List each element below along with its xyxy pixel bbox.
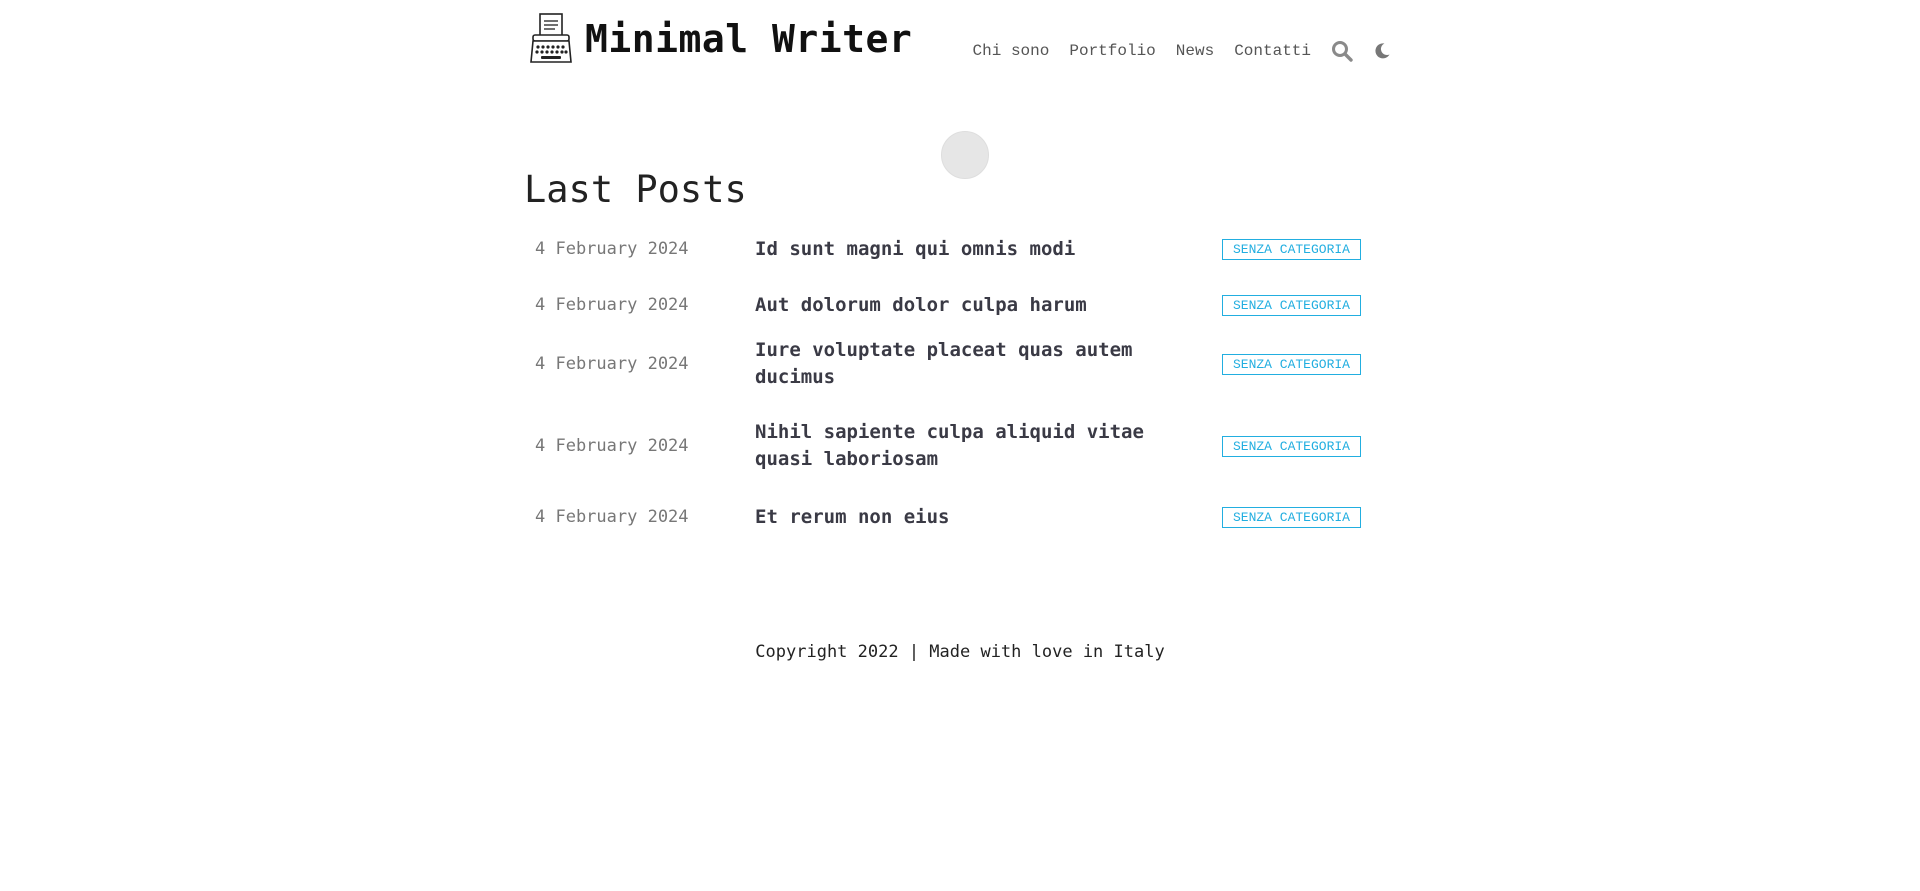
- post-title-link[interactable]: Aut dolorum dolor culpa harum: [755, 292, 1175, 319]
- nav-item-contatti[interactable]: Contatti: [1234, 42, 1311, 60]
- site-title: Minimal Writer: [585, 17, 913, 61]
- post-row: 4 February 2024 Nihil sapiente culpa ali…: [535, 418, 1361, 474]
- page: Minimal Writer Chi sono Portfolio News C…: [0, 0, 1920, 891]
- post-row: 4 February 2024 Aut dolorum dolor culpa …: [535, 290, 1361, 320]
- post-date: 4 February 2024: [535, 507, 689, 527]
- post-title-link[interactable]: Id sunt magni qui omnis modi: [755, 236, 1175, 263]
- post-list: 4 February 2024 Id sunt magni qui omnis …: [535, 234, 1361, 532]
- theme-toggle-button[interactable]: [1373, 42, 1391, 60]
- moon-icon: [1375, 43, 1390, 59]
- post-date: 4 February 2024: [535, 436, 689, 456]
- site-footer: Copyright 2022 | Made with love in Italy: [0, 642, 1920, 662]
- loading-spinner: [941, 131, 989, 179]
- post-date: 4 February 2024: [535, 239, 689, 259]
- post-date: 4 February 2024: [535, 295, 689, 315]
- search-button[interactable]: [1331, 40, 1353, 62]
- category-tag[interactable]: SENZA CATEGORIA: [1221, 294, 1361, 316]
- copyright-text: Copyright 2022 | Made with love in Italy: [755, 642, 1165, 662]
- post-row: 4 February 2024 Iure voluptate placeat q…: [535, 336, 1361, 392]
- post-date: 4 February 2024: [535, 354, 689, 374]
- main-nav: Chi sono Portfolio News Contatti: [973, 40, 1391, 62]
- post-row: 4 February 2024 Id sunt magni qui omnis …: [535, 234, 1361, 264]
- post-title-link[interactable]: Et rerum non eius: [755, 504, 1175, 531]
- post-row: 4 February 2024 Et rerum non eius SENZA …: [535, 502, 1361, 532]
- typewriter-icon: [530, 13, 572, 63]
- site-header: Minimal Writer Chi sono Portfolio News C…: [529, 12, 1391, 82]
- nav-item-portfolio[interactable]: Portfolio: [1069, 42, 1155, 60]
- nav-item-chi-sono[interactable]: Chi sono: [973, 42, 1050, 60]
- post-title-link[interactable]: Nihil sapiente culpa aliquid vitae quasi…: [755, 419, 1175, 473]
- category-tag[interactable]: SENZA CATEGORIA: [1221, 506, 1361, 528]
- nav-item-news[interactable]: News: [1176, 42, 1214, 60]
- search-icon: [1332, 41, 1353, 62]
- post-title-link[interactable]: Iure voluptate placeat quas autem ducimu…: [755, 337, 1175, 391]
- site-logo-link[interactable]: Minimal Writer: [529, 12, 912, 66]
- category-tag[interactable]: SENZA CATEGORIA: [1221, 353, 1361, 375]
- category-tag[interactable]: SENZA CATEGORIA: [1221, 435, 1361, 457]
- section-title: Last Posts: [524, 168, 747, 211]
- category-tag[interactable]: SENZA CATEGORIA: [1221, 238, 1361, 260]
